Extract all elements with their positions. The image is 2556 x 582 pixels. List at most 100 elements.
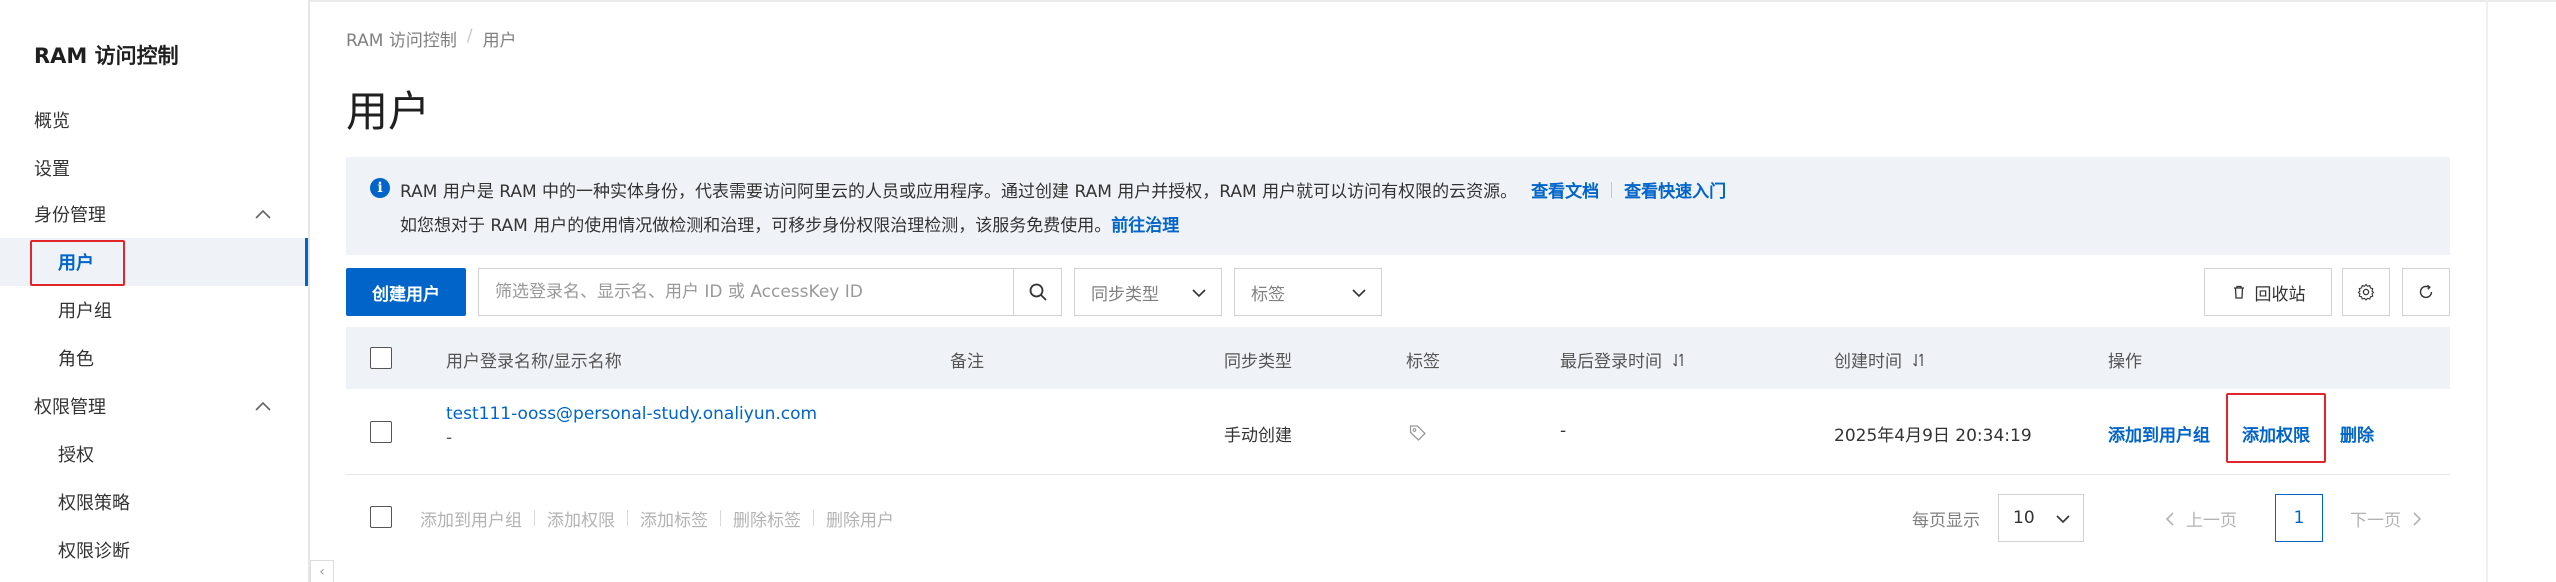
sidebar-item-label: 权限策略 [58, 493, 130, 514]
batch-add-permission[interactable]: 添加权限 [547, 506, 615, 531]
per-page-label: 每页显示 [1912, 511, 1980, 531]
sidebar-collapse-handle[interactable]: ‹ [310, 560, 334, 582]
info-icon: i [370, 178, 390, 198]
column-header-note: 备注 [950, 352, 984, 372]
chevron-up-icon [255, 209, 271, 219]
chevron-right-icon [2413, 511, 2422, 526]
table-row: test111-ooss@personal-study.onaliyun.com… [346, 389, 2450, 475]
page-number-current[interactable]: 1 [2275, 494, 2323, 542]
column-header-created[interactable]: 创建时间 [1834, 347, 1926, 372]
search-box [478, 268, 1062, 316]
row-checkbox[interactable] [370, 421, 392, 443]
sort-icon [1913, 353, 1923, 366]
batch-add-tag[interactable]: 添加标签 [640, 506, 708, 531]
page-size-select[interactable]: 10 [1998, 494, 2084, 542]
sidebar-item-settings[interactable]: 设置 [0, 144, 308, 192]
select-label: 同步类型 [1091, 284, 1159, 305]
divider [627, 510, 628, 526]
go-govern-link[interactable]: 前往治理 [1111, 211, 1179, 236]
sidebar-item-policies[interactable]: 权限策略 [0, 478, 308, 526]
sidebar-item-roles[interactable]: 角色 [0, 334, 308, 382]
last-login-value: - [1560, 421, 1567, 441]
quickstart-link[interactable]: 查看快速入门 [1624, 177, 1726, 202]
column-header-name: 用户登录名称/显示名称 [446, 352, 622, 372]
sidebar-title: RAM 访问控制 [34, 44, 179, 68]
prev-page-button[interactable]: 上一页 [2164, 506, 2237, 531]
chevron-up-icon [255, 401, 271, 411]
info-text: 如您想对于 RAM 用户的使用情况做检测和治理，可移步身份权限治理检测，该服务免… [400, 216, 1112, 236]
breadcrumb-separator: / [466, 26, 473, 46]
sidebar-item-label: 用户 [58, 253, 94, 274]
batch-actions: 添加到用户组 添加权限 添加标签 删除标签 删除用户 [420, 494, 894, 542]
user-login-name-link[interactable]: test111-ooss@personal-study.onaliyun.com [446, 404, 817, 424]
refresh-icon [2419, 284, 2433, 299]
page-size-value: 10 [2013, 508, 2035, 528]
search-button[interactable] [1013, 269, 1061, 315]
sidebar-item-diagnosis[interactable]: 权限诊断 [0, 526, 308, 574]
sidebar-item-label: 权限诊断 [58, 541, 130, 562]
sidebar-group-identity[interactable]: 身份管理 [0, 190, 308, 238]
user-display-name: - [446, 428, 453, 448]
info-line-1: RAM 用户是 RAM 中的一种实体身份，代表需要访问阿里云的人员或应用程序。通… [400, 177, 1726, 202]
sync-type-select[interactable]: 同步类型 [1074, 268, 1222, 316]
right-edge-divider [2486, 0, 2488, 582]
delete-action[interactable]: 删除 [2340, 421, 2374, 446]
create-user-button[interactable]: 创建用户 [346, 268, 466, 316]
column-header-ops: 操作 [2108, 352, 2142, 372]
trash-icon [2233, 285, 2244, 299]
sort-icon [1673, 353, 1683, 366]
divider [534, 510, 535, 526]
add-permission-action[interactable]: 添加权限 [2242, 421, 2310, 446]
info-text: RAM 用户是 RAM 中的一种实体身份，代表需要访问阿里云的人员或应用程序。通… [400, 182, 1518, 202]
gear-icon [2357, 283, 2375, 301]
column-header-label: 最后登录时间 [1560, 352, 1662, 372]
sidebar-item-grants[interactable]: 授权 [0, 430, 308, 478]
sidebar: RAM 访问控制 概览 设置 身份管理 用户 用户组 角色 权限管理 授权 权限… [0, 0, 310, 582]
sidebar-item-label: 概览 [34, 111, 70, 132]
next-page-label: 下一页 [2350, 511, 2401, 531]
column-header-last-login[interactable]: 最后登录时间 [1560, 347, 1686, 372]
add-to-group-action[interactable]: 添加到用户组 [2108, 421, 2210, 446]
search-input[interactable] [479, 269, 1014, 315]
chevron-down-icon [1352, 289, 1366, 298]
batch-add-to-group[interactable]: 添加到用户组 [420, 506, 522, 531]
sync-type-value: 手动创建 [1224, 426, 1292, 446]
sidebar-group-label: 权限管理 [34, 397, 106, 418]
info-line-2: 如您想对于 RAM 用户的使用情况做检测和治理，可移步身份权限治理检测，该服务免… [400, 211, 1179, 236]
table-header: 用户登录名称/显示名称 备注 同步类型 标签 最后登录时间 创建时间 操作 [346, 327, 2450, 389]
chevron-down-icon [2056, 515, 2070, 524]
select-all-checkbox[interactable] [370, 347, 392, 369]
breadcrumb-root[interactable]: RAM 访问控制 [346, 26, 457, 51]
select-label: 标签 [1251, 284, 1285, 305]
divider [720, 510, 721, 526]
sidebar-group-permissions[interactable]: 权限管理 [0, 382, 308, 430]
column-header-label: 创建时间 [1834, 352, 1902, 372]
batch-delete-tag[interactable]: 删除标签 [733, 506, 801, 531]
info-banner: i RAM 用户是 RAM 中的一种实体身份，代表需要访问阿里云的人员或应用程序… [346, 157, 2450, 255]
view-docs-link[interactable]: 查看文档 [1531, 177, 1599, 202]
sidebar-item-label: 用户组 [58, 301, 112, 322]
next-page-button[interactable]: 下一页 [2350, 506, 2423, 531]
refresh-button[interactable] [2402, 268, 2450, 316]
page-title: 用户 [346, 87, 431, 136]
tag-select[interactable]: 标签 [1234, 268, 1382, 316]
sidebar-item-overview[interactable]: 概览 [0, 96, 308, 144]
breadcrumb-current: 用户 [482, 31, 517, 51]
sidebar-item-label: 授权 [58, 445, 94, 466]
chevron-down-icon [1192, 289, 1206, 298]
top-divider [0, 0, 2556, 2]
sidebar-item-label: 设置 [34, 159, 70, 180]
sidebar-item-users[interactable]: 用户 [0, 238, 308, 286]
tag-icon[interactable] [1408, 423, 1428, 443]
sidebar-item-label: 角色 [58, 349, 94, 370]
prev-page-label: 上一页 [2186, 511, 2237, 531]
settings-button[interactable] [2342, 268, 2390, 316]
search-icon [1029, 283, 1047, 301]
column-header-sync-type: 同步类型 [1224, 352, 1292, 372]
sidebar-item-user-groups[interactable]: 用户组 [0, 286, 308, 334]
chevron-left-icon [2165, 511, 2174, 526]
recycle-bin-button[interactable]: 回收站 [2204, 268, 2332, 316]
batch-delete-user[interactable]: 删除用户 [826, 506, 894, 531]
batch-select-checkbox[interactable] [370, 506, 392, 528]
recycle-bin-label: 回收站 [2254, 284, 2306, 305]
